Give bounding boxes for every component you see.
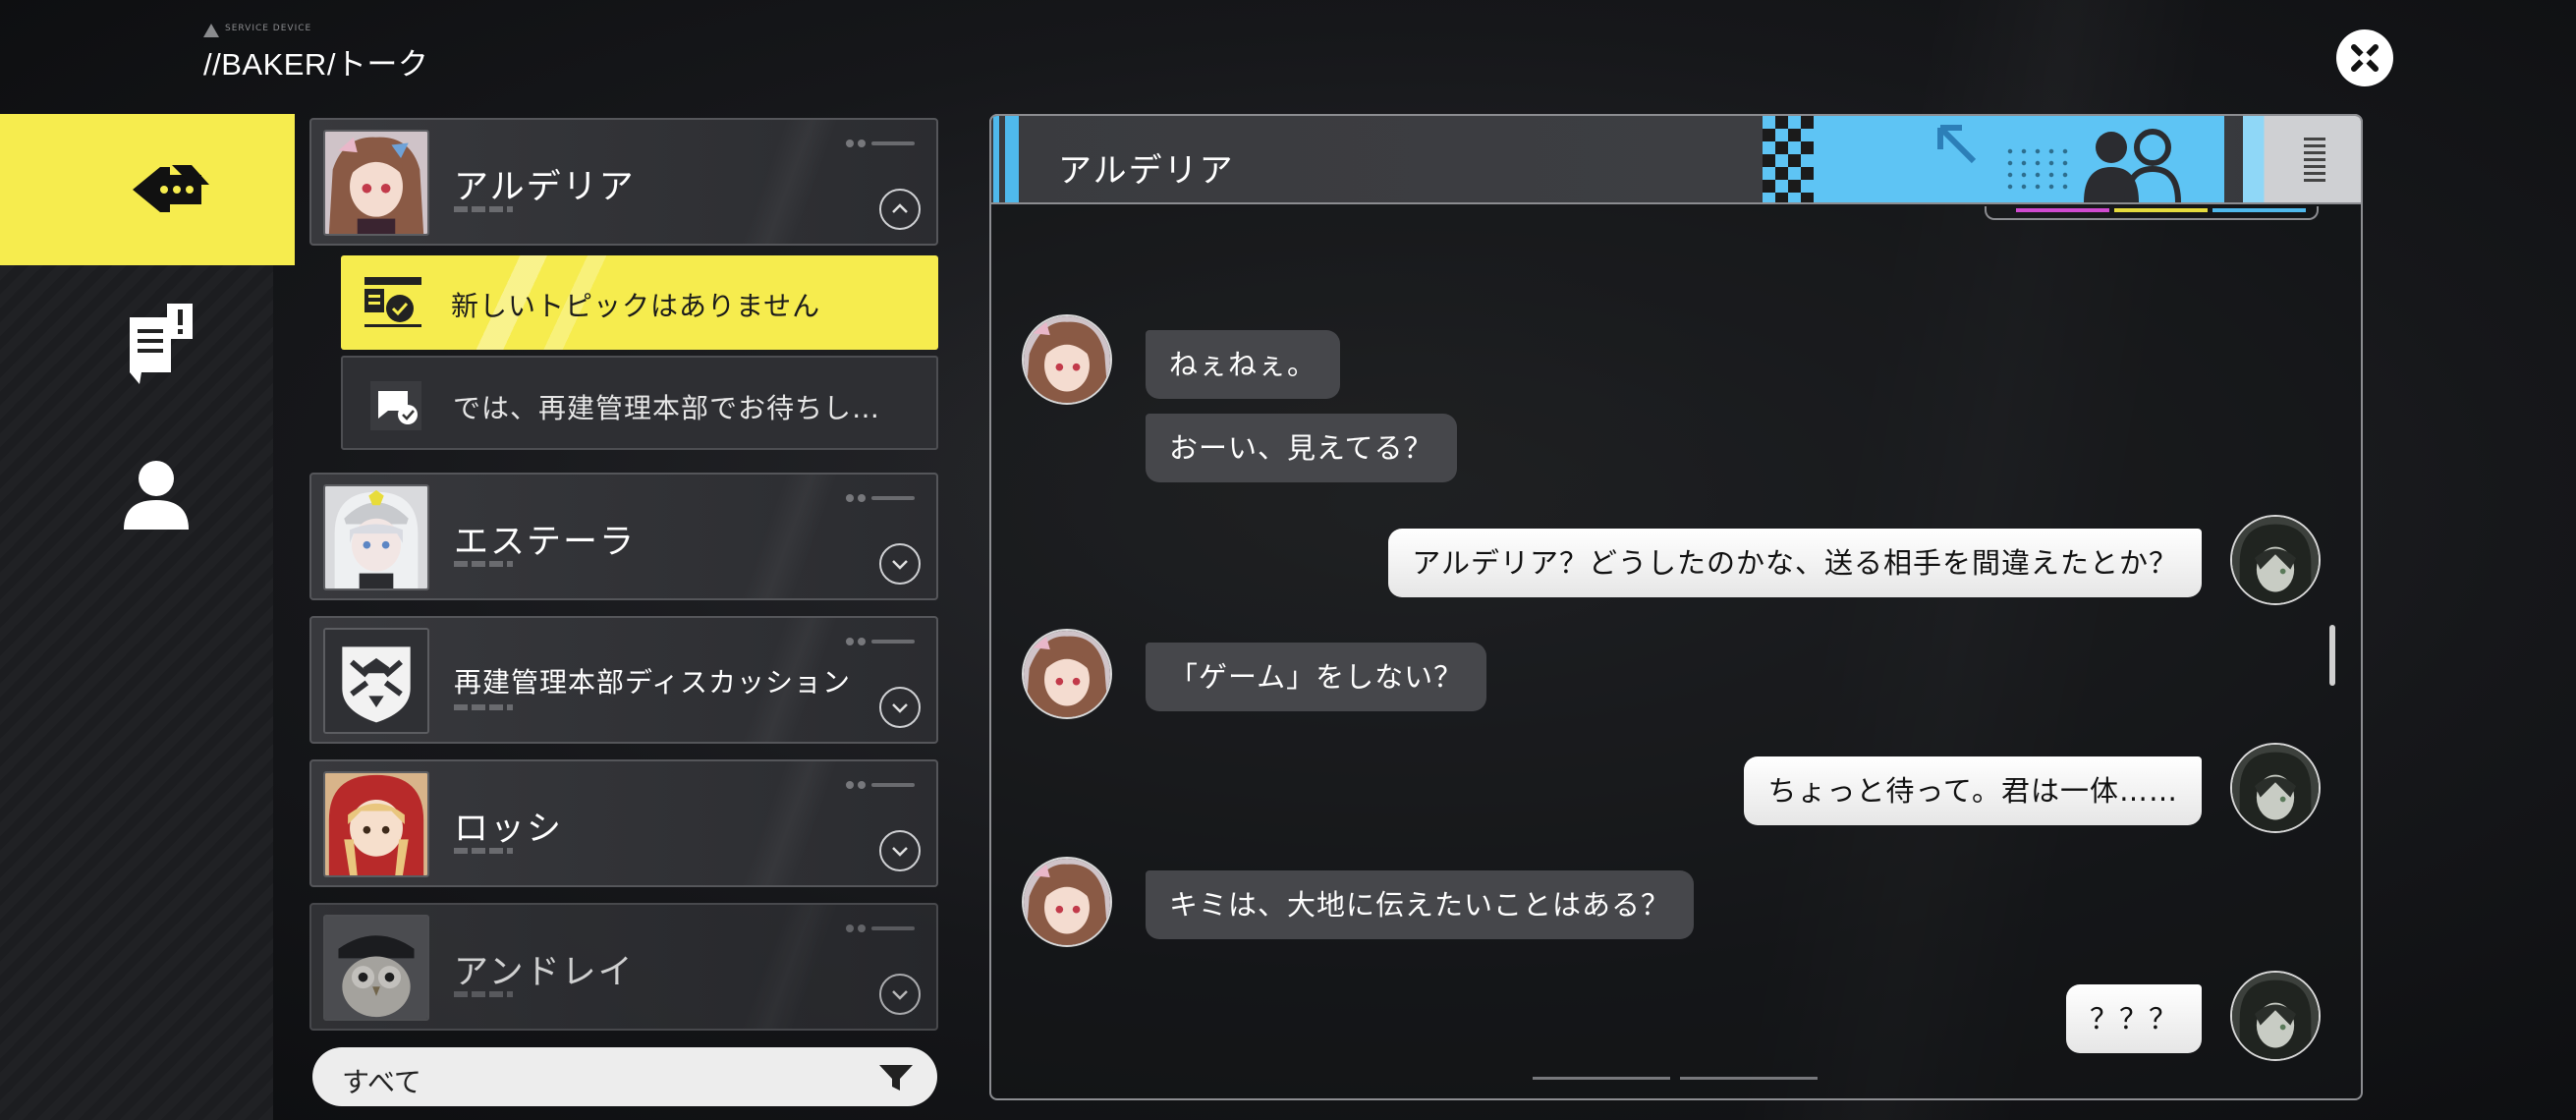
topic-item-new[interactable]: 新しいトピックはありません [341,255,938,350]
thread-status-dash [454,991,513,997]
thread-indicator [846,494,915,502]
message-bubble: ちょっと待って。君は一体…… [1744,756,2202,825]
header-tab-indicator [1985,206,2319,220]
chat-title: アルデリア [1058,151,1235,191]
chevron-down-icon [892,560,908,570]
close-x-icon [2351,44,2379,72]
thread-indicator [846,140,915,147]
thread-indicator [846,781,915,789]
expand-toggle[interactable] [879,687,921,728]
thread-item-alderia[interactable]: アルデリア [309,118,938,246]
chevron-down-icon [892,990,908,1000]
player-avatar [2230,743,2321,833]
thread-name: エステーラ [454,523,637,562]
thread-indicator [846,638,915,645]
expand-toggle[interactable] [879,974,921,1015]
read-chat-icon [370,381,421,430]
header-endcap [2243,116,2361,202]
thread-status-dash [454,848,513,854]
thread-indicator [846,924,915,932]
player-avatar [2230,971,2321,1061]
thread-status-dash [454,561,513,567]
message-bubble: アルデリア？どうしたのかな、送る相手を間違えたとか？ [1388,529,2202,597]
message-bubble: キミは、大地に伝えたいことはある？ [1146,870,1695,939]
filter-label: すべて [342,1066,421,1098]
header-dot-grid [2003,145,2072,195]
topic-label: 新しいトピックはありません [451,290,821,322]
player-avatar [2230,515,2321,605]
thread-item-estela[interactable]: エステーラ [309,473,938,600]
person-icon [124,461,189,530]
chevron-down-icon [892,703,908,713]
sender-avatar [1022,629,1112,719]
expand-toggle[interactable] [879,543,921,585]
avatar [323,130,429,236]
avatar [323,484,429,590]
thread-item-rossi[interactable]: ロッシ [309,759,938,887]
message-bubble: ？？？ [2065,984,2202,1053]
header-accent [1005,116,1019,202]
topic-label: では、再建管理本部でお待ちし… [453,392,881,424]
expand-toggle[interactable] [879,830,921,871]
chat-bottom-decoration [1533,1077,1827,1083]
filter-funnel-icon [879,1065,913,1091]
sender-avatar [1022,314,1112,405]
arrow-up-left-icon [1937,125,1977,164]
logo-text: SERVICE DEVICE [225,24,312,33]
group-icon [2084,129,2181,202]
page-title: //BAKER/トーク [203,47,429,82]
document-alert-icon [130,304,193,384]
chat-scrollbar[interactable] [2329,625,2335,686]
indicator-yellow [2114,208,2208,212]
chevron-up-icon [892,203,908,213]
indicator-blue [2212,208,2306,212]
header-accent [993,116,999,202]
logo-triangle-icon [203,24,219,37]
thread-name: アンドレイ [454,953,635,992]
chat-bubbles-icon [133,165,209,212]
nav-item-documents[interactable] [0,265,273,419]
thread-item-discussion[interactable]: 再建管理本部ディスカッション [309,616,938,744]
chat-header: アルデリア [989,114,2363,204]
avatar [323,915,429,1021]
header-checker [1763,116,1814,202]
filter-dropdown[interactable]: すべて [312,1047,937,1106]
message-bubble: 「ゲーム」をしない？ [1146,643,1487,711]
sender-avatar [1022,857,1112,947]
chat-panel [989,114,2363,1100]
new-topic-icon [364,277,421,327]
chevron-down-icon [892,847,908,857]
topic-item-read[interactable]: では、再建管理本部でお待ちし… [341,356,938,450]
indicator-magenta [2016,208,2109,212]
avatar [323,628,429,734]
thread-name: ロッシ [454,810,564,849]
message-bubble: おーい、見えてる？ [1146,414,1457,482]
thread-status-dash [454,206,513,212]
header-logo: SERVICE DEVICE [203,24,311,37]
close-button[interactable] [2336,29,2393,86]
collapse-toggle[interactable] [879,189,921,230]
message-bubble: ねぇねぇ。 [1146,330,1341,399]
thread-name: アルデリア [454,168,636,207]
nav-item-profile[interactable] [0,417,273,570]
thread-name: 再建管理本部ディスカッション [454,666,852,699]
avatar [323,771,429,877]
nav-item-talk[interactable] [0,114,295,265]
thread-item-andrei[interactable]: アンドレイ [309,903,938,1031]
thread-status-dash [454,704,513,710]
